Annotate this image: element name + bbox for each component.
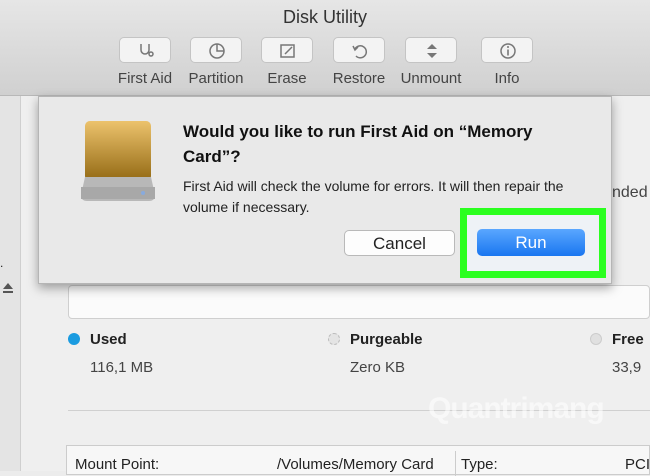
first-aid-dialog: Would you like to run First Aid on “Memo… <box>38 96 612 284</box>
info-label: Info <box>494 70 520 87</box>
run-button[interactable]: Run <box>477 229 585 256</box>
partition-button[interactable] <box>190 37 242 63</box>
unmount-button[interactable] <box>405 37 457 63</box>
restore-icon <box>352 45 368 59</box>
free-label: Free <box>612 331 644 348</box>
cancel-button[interactable]: Cancel <box>344 230 455 256</box>
sidebar: . <box>0 96 21 471</box>
cell-divider <box>455 451 456 476</box>
unmount-icon <box>427 44 437 58</box>
mount-point-label: Mount Point: <box>75 456 160 473</box>
window-toolbar: Disk Utility First Aid Partition Erase R… <box>0 0 650 96</box>
partial-status-text: nded <box>612 184 648 201</box>
first-aid-button[interactable] <box>119 37 171 63</box>
unmount-label: Unmount <box>400 70 462 87</box>
eject-icon[interactable] <box>1 281 19 299</box>
usage-bar <box>68 285 650 319</box>
watermark: Quantrimang <box>428 392 605 425</box>
used-dot <box>68 333 80 345</box>
pencil-icon <box>280 44 295 58</box>
partition-label: Partition <box>188 70 244 87</box>
used-label: Used <box>90 331 127 348</box>
purgeable-value: Zero KB <box>350 359 406 376</box>
purgeable-label: Purgeable <box>350 331 423 348</box>
window-title: Disk Utility <box>283 7 367 27</box>
info-icon <box>500 43 516 59</box>
free-value: 33,9 <box>612 359 642 376</box>
type-value: PCI <box>625 456 650 473</box>
purgeable-dot <box>328 333 340 345</box>
info-button[interactable] <box>481 37 533 63</box>
first-aid-label: First Aid <box>117 70 173 87</box>
drive-icon <box>79 121 157 203</box>
used-value: 116,1 MB <box>90 359 154 376</box>
restore-label: Restore <box>332 70 386 87</box>
free-dot <box>590 333 602 345</box>
pie-chart-icon <box>209 43 225 59</box>
restore-button[interactable] <box>333 37 385 63</box>
dialog-title: Would you like to run First Aid on “Memo… <box>183 122 533 166</box>
stethoscope-icon <box>140 44 154 57</box>
type-label: Type: <box>461 456 498 473</box>
erase-label: Erase <box>267 70 307 87</box>
mount-point-value: /Volumes/Memory Card <box>277 456 434 473</box>
sidebar-dot: . <box>0 256 4 270</box>
erase-button[interactable] <box>261 37 313 63</box>
